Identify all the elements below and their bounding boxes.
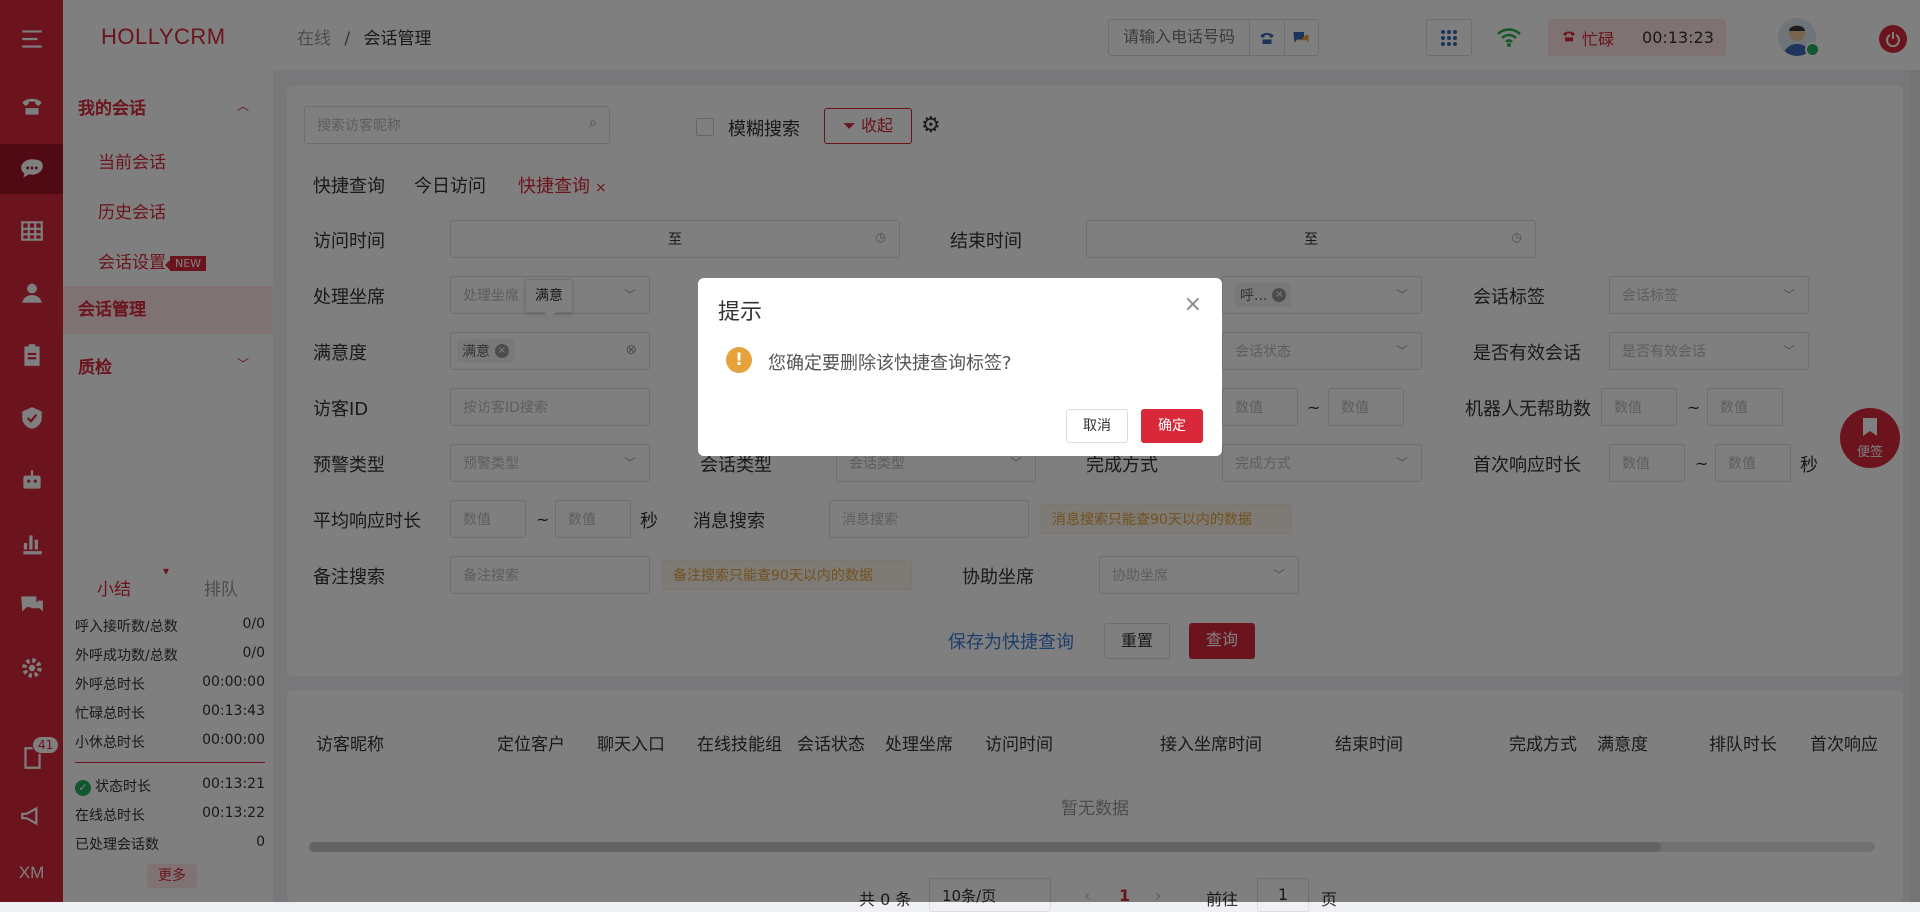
dialog-message: 您确定要删除该快捷查询标签?	[768, 353, 1012, 374]
close-icon[interactable]: ×	[1184, 292, 1202, 317]
cancel-button[interactable]: 取消	[1066, 409, 1128, 443]
confirm-button[interactable]: 确定	[1141, 409, 1203, 443]
confirm-dialog: 提示 × ! 您确定要删除该快捷查询标签? 取消 确定	[698, 278, 1222, 456]
dialog-title: 提示	[718, 300, 763, 325]
warning-icon: !	[726, 347, 752, 373]
